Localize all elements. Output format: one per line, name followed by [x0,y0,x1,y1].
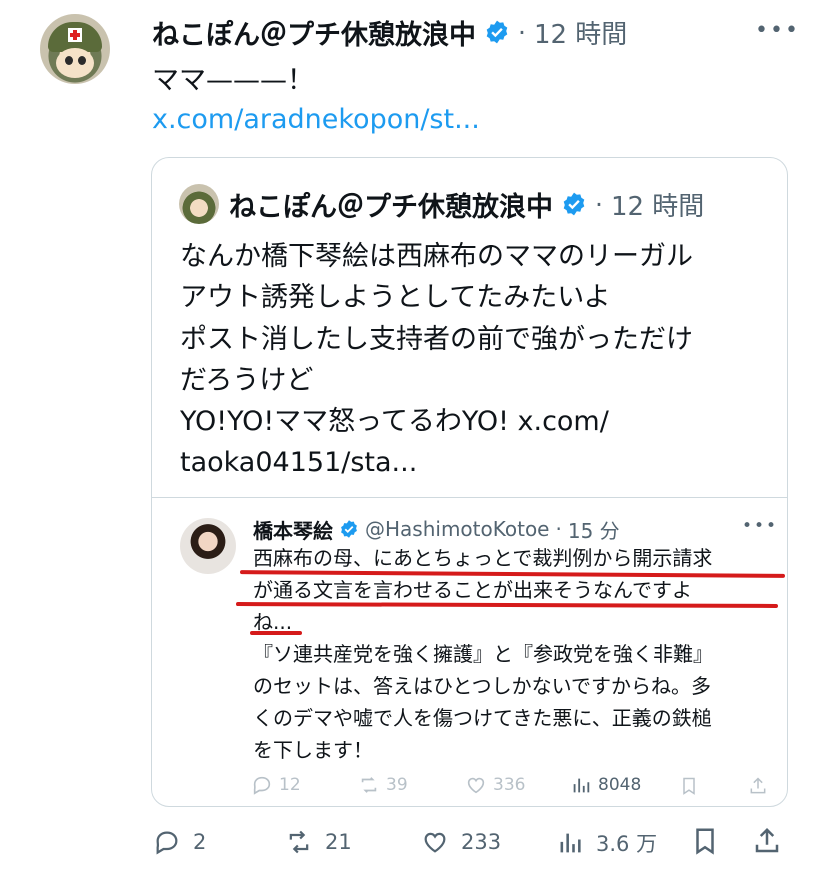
avatar[interactable] [40,14,110,84]
quoted-line: なんか橋下琴絵は西麻布のママのリーガル [180,241,693,272]
bookmark-icon [683,777,695,795]
face-shape [56,48,94,78]
embedded-timestamp: 15 分 [567,518,620,543]
like-icon [467,777,485,794]
quoted-line: だろうけど [180,364,314,396]
like-count: 336 [493,775,526,795]
views-button[interactable]: 3.6 万 [556,828,657,858]
repost-count: 21 [325,830,352,854]
repost-icon [361,777,377,793]
embedded-line: 西麻布の母、にあとちょっとで裁判例から開示請求 [253,546,713,570]
embedded-line: が通る文言を言わせることが出来そうなんですよ [253,578,692,602]
verified-icon [563,192,585,216]
reply-icon [156,831,178,855]
quoted-text: なんか橋下琴絵は西麻布のママのリーガル アウト誘発しようとしてたみたいよ ポスト… [180,236,770,484]
share-icon[interactable] [752,825,782,857]
embedded-line: のセットは、答えはひとつしかないですからね。多 [253,674,711,698]
reply-count: 2 [193,830,207,854]
embedded-header: 橋本琴絵 @HashimotoKotoe · 15 分 [253,515,620,543]
reply-button[interactable]: 2 [153,828,206,856]
bookmark-icon[interactable] [690,825,720,857]
quoted-author-name: ねこぽん＠プチ休憩放浪中 [229,191,553,223]
verified-icon [486,20,508,44]
repost-icon [289,830,309,854]
quoted-header: ねこぽん＠プチ休憩放浪中 · 12 時間 [229,186,705,223]
eye-shape [65,56,73,65]
views-icon [560,833,581,853]
views-count: 3.6 万 [596,832,658,856]
timestamp[interactable]: 12 時間 [534,14,627,51]
embedded-like: 336 [465,774,525,796]
quoted-line: ポスト消したし支持者の前で強がっただけ [180,323,693,355]
embedded-line: を下します！ [253,738,373,762]
like-icon [424,832,446,853]
tweet-header: ねこぽん＠プチ休憩放浪中 · 12 時間 [152,13,627,52]
embedded-line: 『ソ連共産党を強く擁護』と『参政党を強く非難』 [253,642,713,666]
quoted-avatar [179,184,219,224]
verified-icon [341,520,357,538]
repost-button[interactable]: 21 [285,828,352,856]
separator: · [595,189,603,219]
eye-shape [78,56,86,65]
embedded-repost: 39 [358,774,408,796]
red-underline [250,631,302,635]
separator: · [555,517,562,541]
more-icon[interactable]: ••• [755,18,800,43]
views-icon [573,778,590,793]
more-icon: ••• [742,516,779,536]
quoted-line: アウト誘発しようとしてたみたいよ [180,282,611,314]
embedded-line: ね... [253,610,293,634]
red-cross-icon [68,28,82,42]
tweet-link[interactable]: x.com/aradnekopon/st... [152,104,480,135]
like-button[interactable]: 233 [421,828,501,856]
embedded-line: くのデマや嘘で人を傷つけてきた悪に、正義の鉄槌 [253,706,712,730]
like-count: 233 [461,830,502,854]
reply-icon [253,776,271,795]
quoted-timestamp: 12 時間 [610,191,705,222]
separator: · [518,17,526,47]
author-name[interactable]: ねこぽん＠プチ休憩放浪中 [152,13,476,52]
embedded-handle: @HashimotoKotoe [365,517,550,541]
views-count: 8048 [598,775,642,795]
share-icon [750,777,766,794]
embedded-author-name: 橋本琴絵 [253,518,333,543]
reply-count: 12 [279,775,301,795]
tweet-text: ママ———！ [152,65,314,96]
embedded-reply: 12 [251,774,301,796]
embedded-views: 8048 [570,774,641,796]
quoted-line: YO!YO!ママ怒ってるわYO! x.com/ [180,406,609,438]
quoted-line: taoka04151/sta... [180,447,418,479]
embedded-avatar [180,518,236,574]
repost-count: 39 [386,775,408,795]
